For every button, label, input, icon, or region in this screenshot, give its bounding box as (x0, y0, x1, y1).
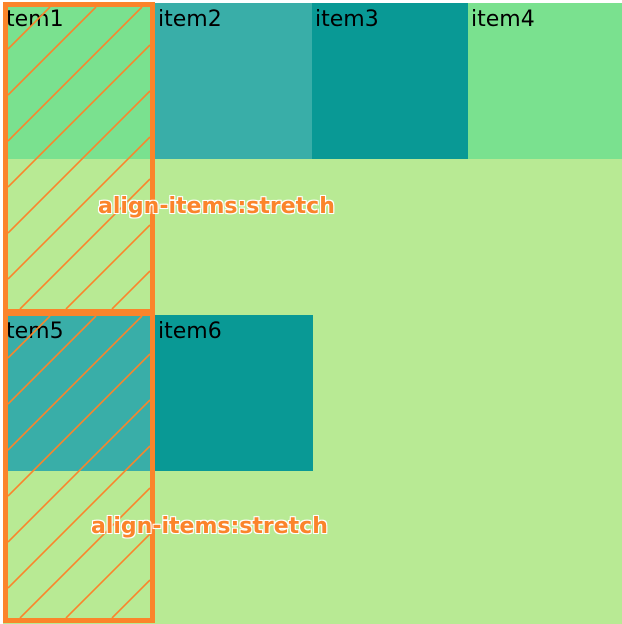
flex-item-6: item6 (155, 315, 313, 471)
flex-item-2: item2 (155, 3, 313, 159)
flex-item-3: item3 (312, 3, 469, 159)
flex-item-3-label: item3 (315, 7, 379, 32)
row-1-caption: align-items:stretch (98, 194, 335, 219)
flex-item-4: item4 (468, 3, 622, 159)
flex-item-6-label: item6 (158, 319, 222, 344)
flex-item-1-label: tem1 (6, 7, 64, 32)
flex-item-5: tem5 (3, 315, 158, 471)
flex-item-2-label: item2 (158, 7, 222, 32)
flex-item-5-label: tem5 (6, 319, 64, 344)
flex-item-4-label: item4 (471, 7, 535, 32)
flex-item-1: tem1 (3, 3, 158, 159)
row-2-caption: align-items:stretch (91, 514, 328, 539)
